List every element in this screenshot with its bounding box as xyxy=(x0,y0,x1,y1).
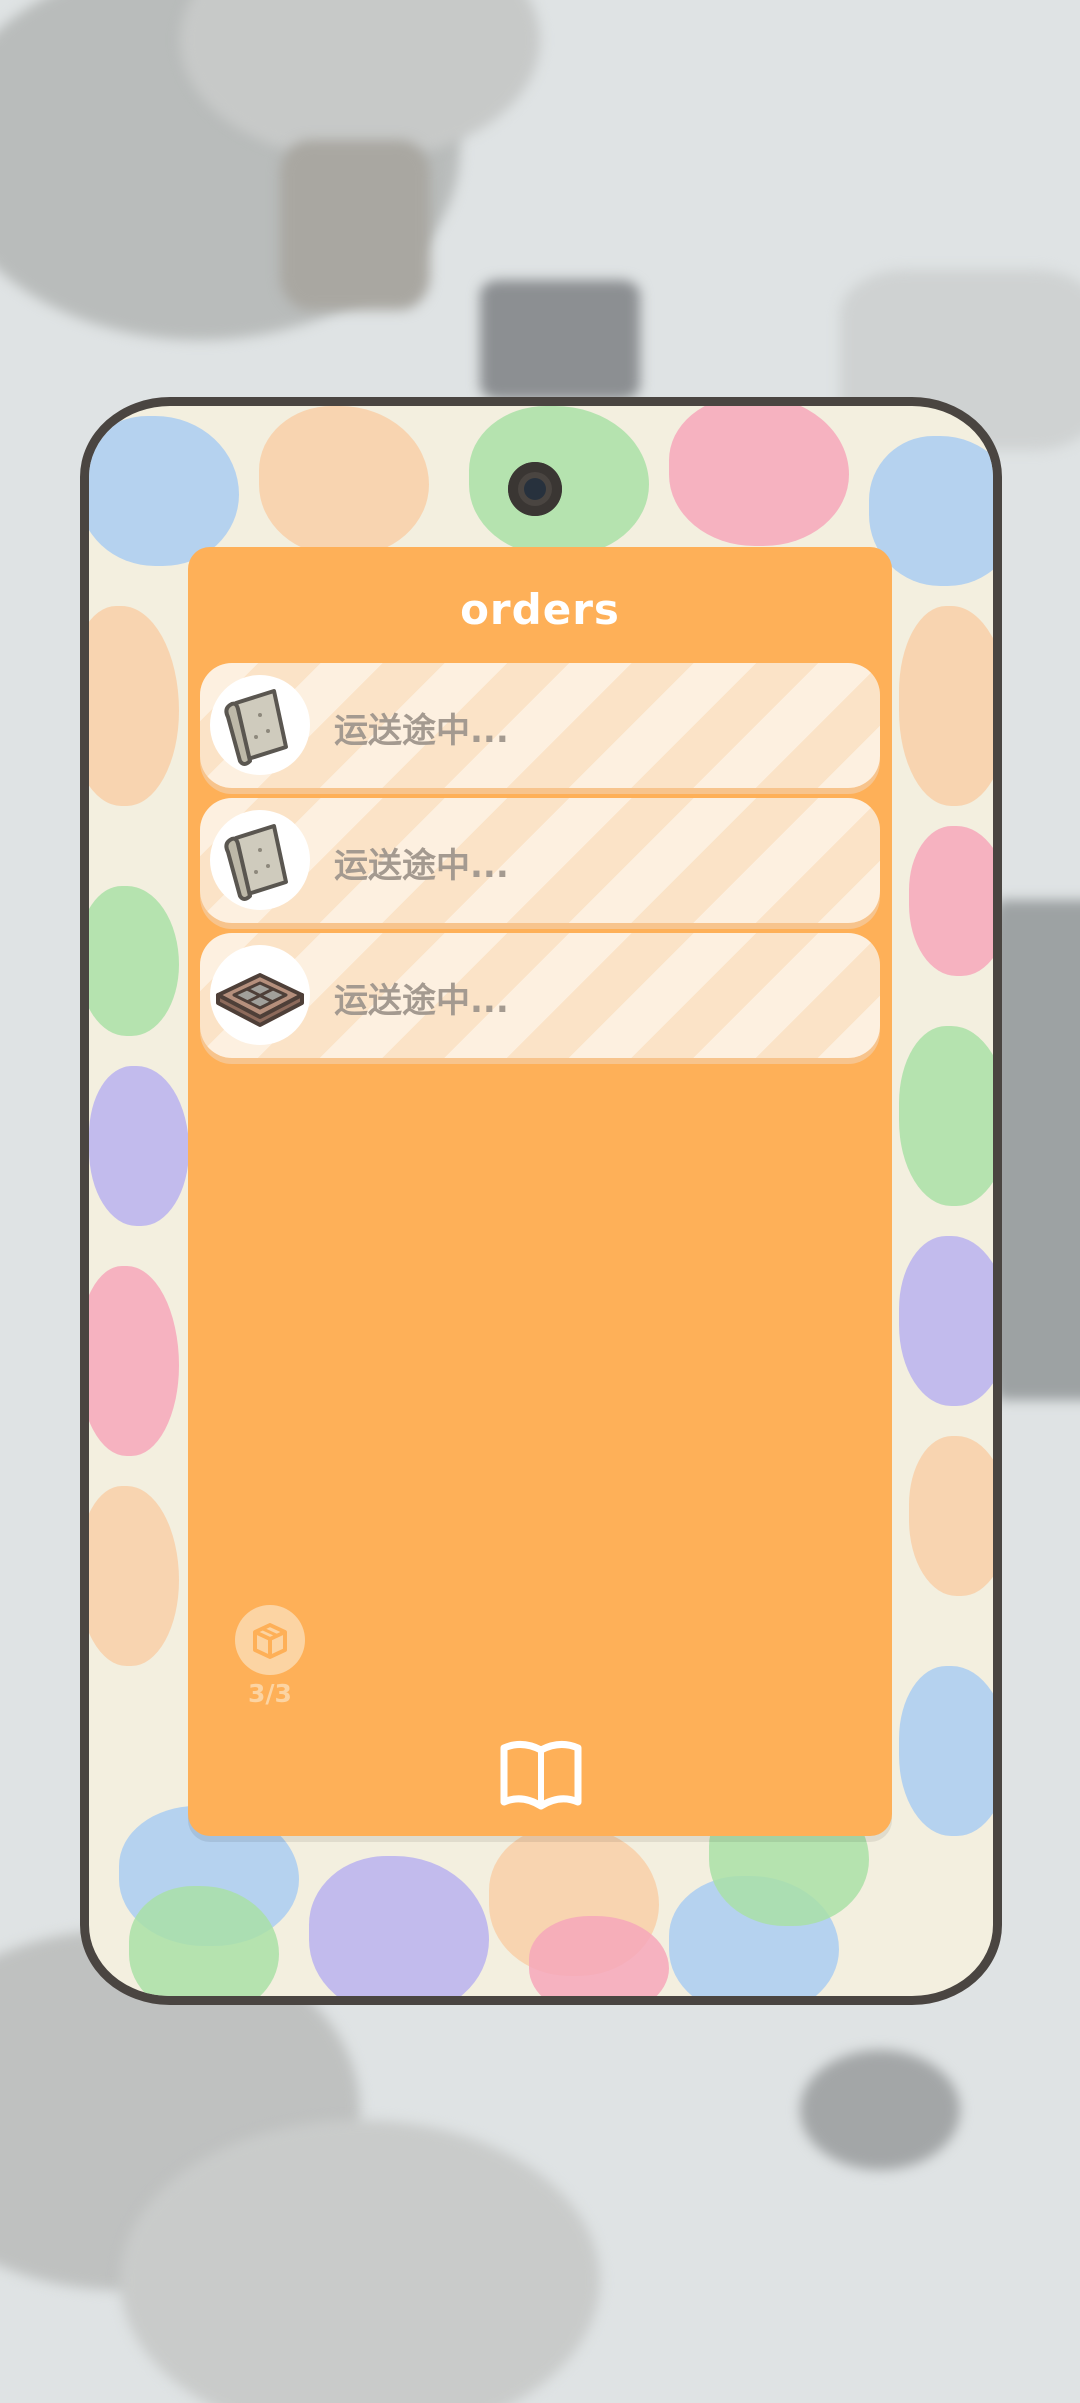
decorative-star xyxy=(899,606,993,806)
decorative-star xyxy=(909,1436,993,1596)
game-scene: orders 运送途中... 运送途中... 运送途中... 3/3 xyxy=(0,0,1080,2403)
background-building xyxy=(990,900,1080,1400)
capacity-count: 3/3 xyxy=(248,1679,292,1708)
decorative-star xyxy=(909,826,993,976)
background-tree-trunk xyxy=(280,140,430,310)
decorative-star xyxy=(89,1486,179,1666)
decorative-star xyxy=(899,1666,993,1836)
background-flag xyxy=(480,280,640,400)
package-box-icon xyxy=(235,1605,305,1675)
order-row[interactable]: 运送途中... xyxy=(200,798,880,923)
open-book-button[interactable] xyxy=(496,1736,586,1816)
order-status: 运送途中... xyxy=(334,846,509,886)
capacity-counter: 3/3 xyxy=(224,1605,316,1708)
open-book-icon xyxy=(500,1741,582,1810)
decorative-star xyxy=(309,1856,489,1996)
wooden-crate-icon xyxy=(216,973,304,1027)
decorative-star xyxy=(669,406,849,546)
decorative-star xyxy=(899,1026,993,1206)
decorative-star xyxy=(89,1266,179,1456)
order-list: 运送途中... 运送途中... 运送途中... xyxy=(200,663,880,1068)
decorative-star xyxy=(89,416,239,566)
orders-panel: orders 运送途中... 运送途中... 运送途中... 3/3 xyxy=(188,547,892,1836)
order-row[interactable]: 运送途中... xyxy=(200,663,880,788)
decorative-star xyxy=(89,606,179,806)
decorative-star xyxy=(89,886,179,1036)
order-item-icon xyxy=(210,945,310,1045)
order-status: 运送途中... xyxy=(334,981,509,1021)
order-status: 运送途中... xyxy=(334,711,509,751)
decorative-star xyxy=(89,1066,189,1226)
order-item-icon xyxy=(210,810,310,910)
order-row[interactable]: 运送途中... xyxy=(200,933,880,1058)
camera-icon xyxy=(508,462,562,516)
background-rock xyxy=(800,2050,960,2170)
rolled-scroll-icon xyxy=(224,689,288,766)
panel-title: orders xyxy=(460,585,620,634)
rolled-scroll-icon xyxy=(224,824,288,901)
order-item-icon xyxy=(210,675,310,775)
decorative-star xyxy=(899,1236,993,1406)
decorative-star xyxy=(259,406,429,556)
